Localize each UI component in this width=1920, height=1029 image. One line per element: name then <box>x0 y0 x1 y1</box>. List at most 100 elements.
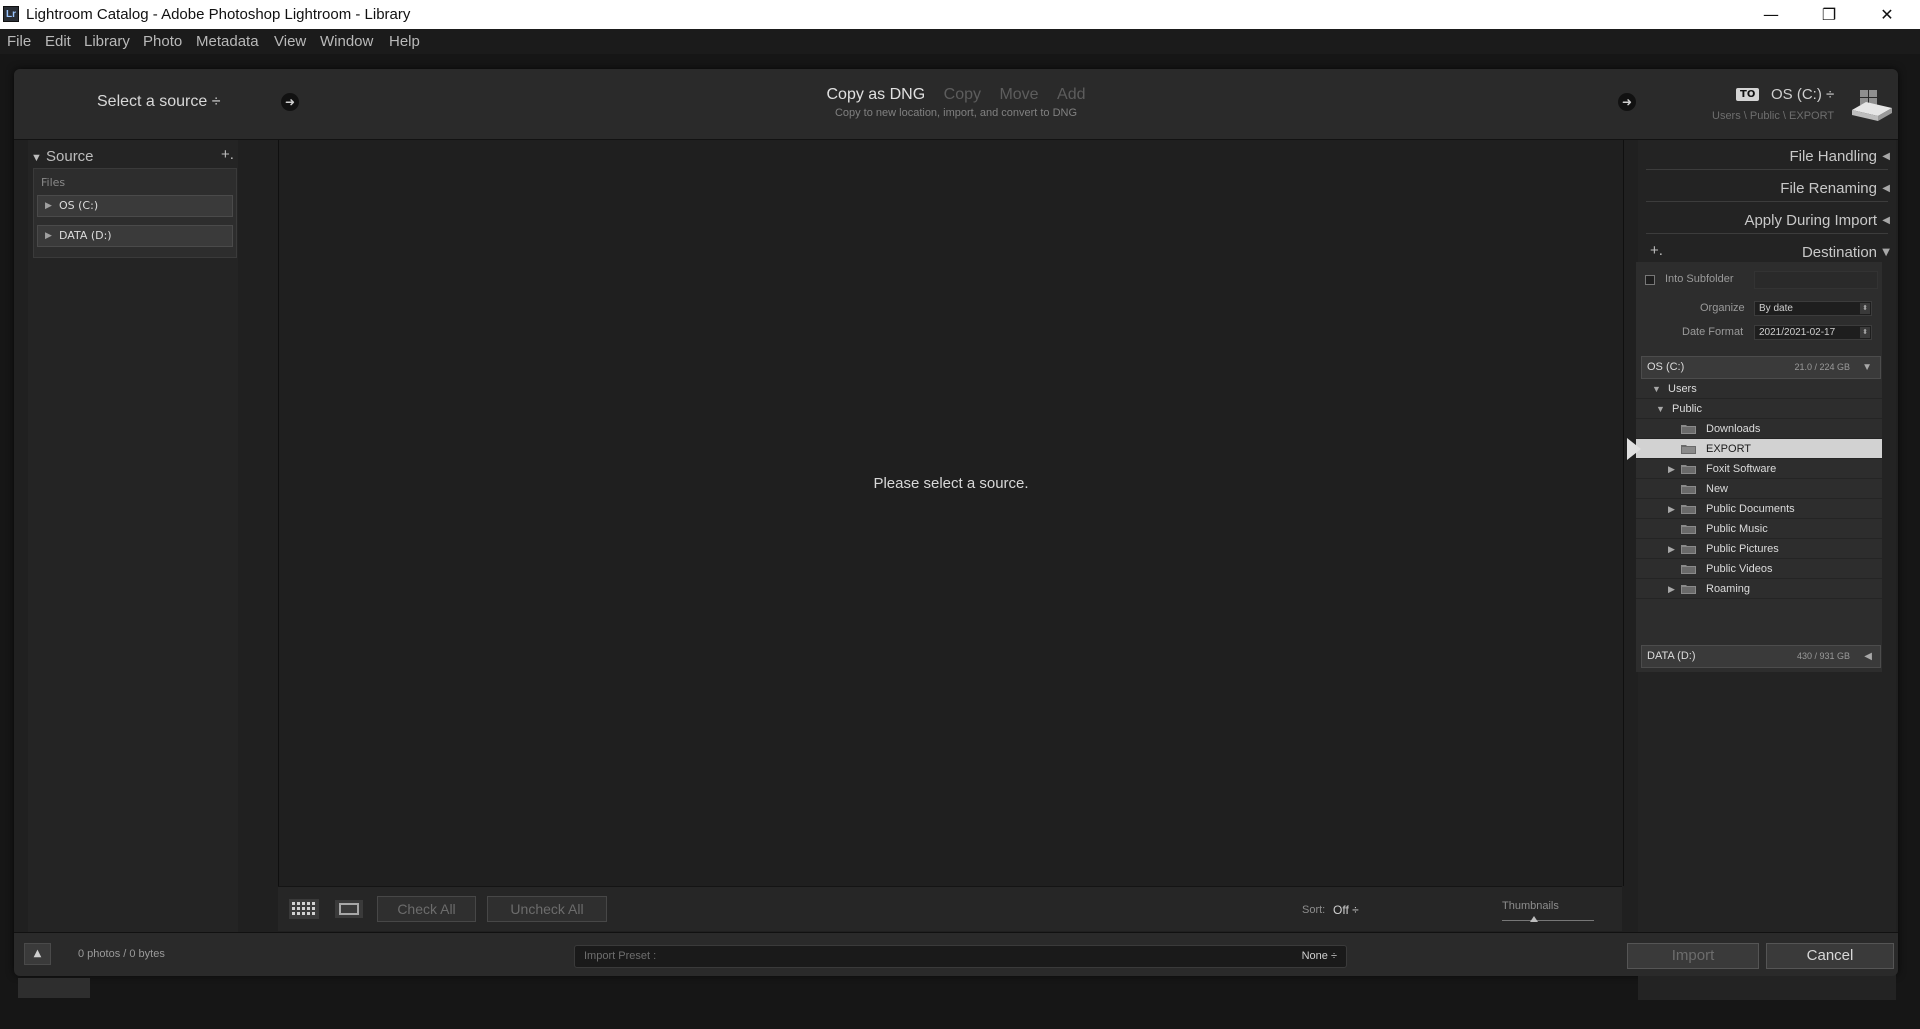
source-collapse-icon[interactable]: ▼ <box>31 148 42 165</box>
destination-folder-row[interactable]: ▶ Roaming <box>1636 579 1882 599</box>
collapse-down-icon[interactable]: ▼ <box>1652 379 1661 399</box>
menu-file[interactable]: File <box>7 33 31 50</box>
section-apply-during-import[interactable]: Apply During Import <box>1744 212 1877 229</box>
close-icon[interactable]: ✕ <box>1858 0 1916 29</box>
uncheck-all-button[interactable]: Uncheck All <box>487 896 607 922</box>
menu-library[interactable]: Library <box>84 33 130 50</box>
folder-icon <box>1681 585 1696 594</box>
destination-folder-row[interactable]: EXPORT <box>1636 439 1882 459</box>
folder-label: Downloads <box>1706 423 1761 435</box>
expand-arrow-icon[interactable]: ▶ <box>1668 499 1675 519</box>
into-subfolder-checkbox[interactable] <box>1645 275 1655 285</box>
destination-folder-row[interactable]: New <box>1636 479 1882 499</box>
thumbnail-size-slider[interactable] <box>1502 920 1594 921</box>
to-badge: TO <box>1736 88 1760 101</box>
source-panel-title: Source <box>46 148 94 165</box>
date-format-select[interactable]: 2021/2021-02-17 ⬍ <box>1754 325 1872 340</box>
menu-photo[interactable]: Photo <box>143 33 182 50</box>
add-destination-icon[interactable]: +. <box>1650 242 1663 259</box>
folder-label: Users <box>1668 383 1697 395</box>
date-format-value: 2021/2021-02-17 <box>1759 327 1836 338</box>
menu-metadata[interactable]: Metadata <box>196 33 259 50</box>
mode-copy[interactable]: Copy <box>944 86 981 103</box>
hard-drive-icon <box>1852 90 1892 121</box>
divider <box>1646 233 1888 234</box>
files-label: Files <box>41 176 66 189</box>
menu-edit[interactable]: Edit <box>45 33 71 50</box>
volume-name: OS (C:) <box>1647 361 1685 373</box>
menu-help[interactable]: Help <box>389 33 420 50</box>
folder-label: Public <box>1672 403 1702 415</box>
collapse-down-icon[interactable]: ▼ <box>1656 399 1665 419</box>
volume-size: 430 / 931 GB <box>1796 651 1850 661</box>
menu-window[interactable]: Window <box>320 33 373 50</box>
window-title: Lightroom Catalog - Adobe Photoshop Ligh… <box>26 6 411 23</box>
expand-up-icon[interactable]: ▲ <box>24 943 51 965</box>
collapse-left-icon[interactable]: ◀ <box>1864 646 1872 667</box>
destination-folder-row[interactable]: ▶ Public Documents <box>1636 499 1882 519</box>
destination-folder-row[interactable]: Public Music <box>1636 519 1882 539</box>
arrow-right-icon[interactable]: ➜ <box>1618 93 1636 111</box>
folder-icon <box>1681 445 1696 454</box>
organize-select[interactable]: By date ⬍ <box>1754 301 1872 316</box>
lightroom-app-icon: Lr <box>3 6 19 22</box>
mode-add[interactable]: Add <box>1057 86 1085 103</box>
expand-arrow-icon[interactable]: ▶ <box>45 226 52 246</box>
destination-folder-row[interactable]: Downloads <box>1636 419 1882 439</box>
tree-users[interactable]: ▼ Users <box>1636 379 1882 399</box>
minimize-icon[interactable]: — <box>1742 0 1800 29</box>
menu-view[interactable]: View <box>274 33 306 50</box>
expand-arrow-icon[interactable]: ▶ <box>1668 459 1675 479</box>
thumbnail-slider-handle[interactable] <box>1530 916 1538 922</box>
add-source-icon[interactable]: +. <box>221 146 234 163</box>
loupe-view-icon[interactable] <box>335 900 363 918</box>
select-arrows-icon: ⬍ <box>1860 327 1870 338</box>
check-all-button[interactable]: Check All <box>377 896 476 922</box>
organize-value: By date <box>1759 303 1793 314</box>
divider <box>1646 201 1888 202</box>
source-drive-os-c[interactable]: ▶ OS (C:) <box>37 195 233 217</box>
folder-icon <box>1681 505 1696 514</box>
filmstrip-tab[interactable] <box>18 978 90 998</box>
collapse-left-icon[interactable]: ◀ <box>1882 215 1890 226</box>
volume-data-d[interactable]: DATA (D:) 430 / 931 GB ◀ <box>1641 645 1881 668</box>
expand-arrow-icon[interactable]: ▶ <box>1668 539 1675 559</box>
divider <box>1646 169 1888 170</box>
mode-move[interactable]: Move <box>999 86 1038 103</box>
select-arrows-icon: ⬍ <box>1860 303 1870 314</box>
folder-label: Public Videos <box>1706 563 1773 575</box>
expand-arrow-icon[interactable]: ▶ <box>1668 579 1675 599</box>
sort-dropdown[interactable]: Off ÷ <box>1333 903 1359 917</box>
collapse-down-icon[interactable]: ▼ <box>1862 357 1872 378</box>
import-bottom-bar: ▲ 0 photos / 0 bytes Import Preset : Non… <box>14 932 1898 976</box>
cancel-button[interactable]: Cancel <box>1766 943 1894 969</box>
folder-label: Public Music <box>1706 523 1768 535</box>
import-preset-dropdown[interactable]: Import Preset : None ÷ <box>574 945 1347 968</box>
collapse-left-icon[interactable]: ◀ <box>1882 183 1890 194</box>
import-header: Select a source ÷ ➜ Copy as DNG Copy Mov… <box>14 69 1898 140</box>
drive-label: OS (C:) <box>59 199 99 212</box>
section-destination[interactable]: Destination <box>1802 244 1877 261</box>
destination-folder-row[interactable]: Public Videos <box>1636 559 1882 579</box>
destination-drive-dropdown[interactable]: OS (C:) ÷ <box>1771 86 1834 103</box>
collapse-left-icon[interactable]: ◀ <box>1882 151 1890 162</box>
import-button[interactable]: Import <box>1627 943 1759 969</box>
restore-icon[interactable]: ❐ <box>1800 0 1858 29</box>
mode-copy-as-dng[interactable]: Copy as DNG <box>826 86 925 103</box>
folder-label: New <box>1706 483 1729 495</box>
import-preset-value: None ÷ <box>1301 950 1337 962</box>
grid-view-icon[interactable] <box>289 899 319 919</box>
section-file-handling[interactable]: File Handling <box>1789 148 1877 165</box>
volume-os-c[interactable]: OS (C:) 21.0 / 224 GB ▼ <box>1641 356 1881 379</box>
volume-size: 21.0 / 224 GB <box>1794 362 1850 372</box>
photo-grid[interactable]: Please select a source. <box>278 140 1624 886</box>
expand-arrow-icon[interactable]: ▶ <box>45 196 52 216</box>
tree-public[interactable]: ▼ Public <box>1636 399 1882 419</box>
destination-folder-row[interactable]: ▶ Public Pictures <box>1636 539 1882 559</box>
thumbnails-label: Thumbnails <box>1502 900 1559 912</box>
source-drive-data-d[interactable]: ▶ DATA (D:) <box>37 225 233 247</box>
section-file-renaming[interactable]: File Renaming <box>1780 180 1877 197</box>
collapse-down-icon[interactable]: ▼ <box>1882 247 1890 258</box>
subfolder-name-field[interactable] <box>1754 271 1878 289</box>
destination-folder-row[interactable]: ▶ Foxit Software <box>1636 459 1882 479</box>
